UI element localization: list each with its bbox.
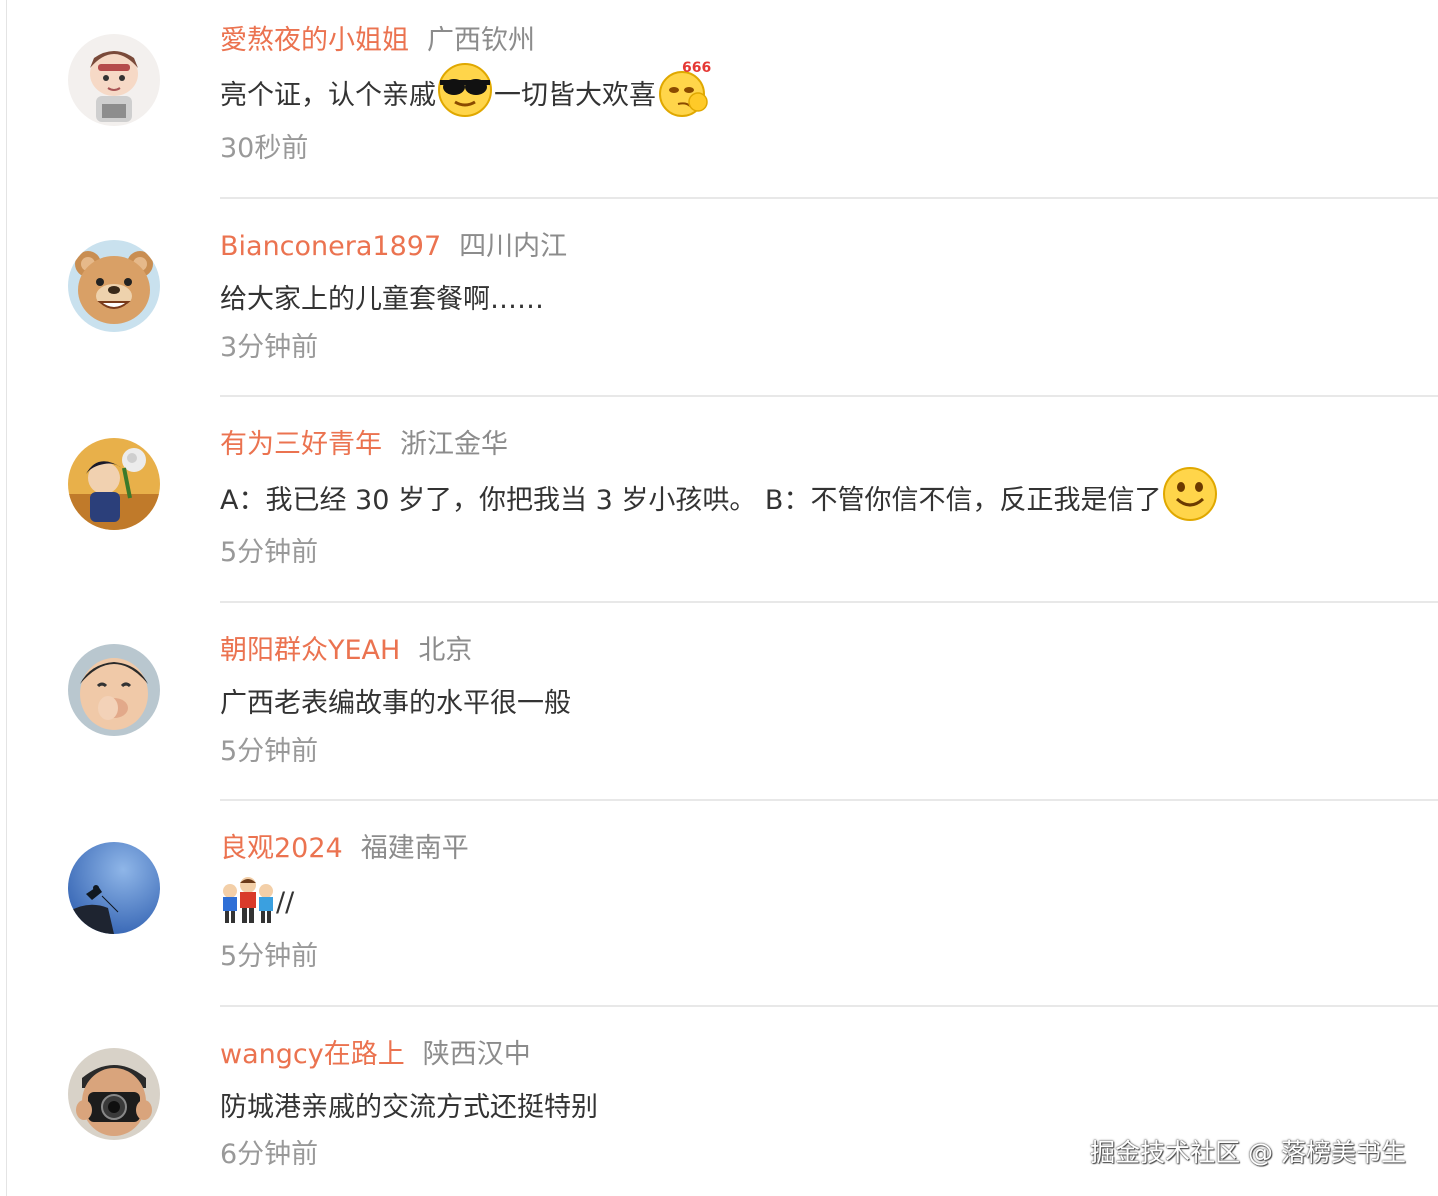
location-label: 广西钦州: [427, 25, 535, 56]
divider: [220, 1005, 1438, 1007]
comment-text-part: 一切皆大欢喜: [494, 79, 656, 111]
comment-text-part: 亮个证，认个亲戚: [220, 79, 436, 111]
divider: [220, 601, 1438, 603]
comment-header: 有为三好青年 浙江金华: [220, 425, 508, 465]
divider: [220, 395, 1438, 397]
comment-header: 良观2024 福建南平: [220, 829, 469, 869]
comment-text-part: 给大家上的儿童套餐啊……: [220, 283, 544, 315]
divider: [220, 197, 1438, 199]
cool-sunglasses-emoji-icon: [436, 60, 494, 125]
comment-text: A：我已经 30 岁了，你把我当 3 岁小孩哄。 B：不管你信不信，反正我是信了: [220, 465, 1219, 530]
comment-header: wangcy在路上 陕西汉中: [220, 1035, 531, 1075]
comment-text: //: [220, 875, 294, 929]
location-label: 北京: [418, 635, 473, 666]
avatar[interactable]: [68, 438, 160, 530]
timestamp: 6分钟前: [220, 1139, 319, 1170]
timestamp: 3分钟前: [220, 332, 319, 363]
smile-emoji-icon: [1161, 465, 1219, 530]
timestamp: 5分钟前: [220, 537, 319, 568]
timestamp: 5分钟前: [220, 736, 319, 767]
comment-feed: 愛熬夜的小姐姐 广西钦州 亮个证，认个亲戚 一切皆大欢喜 666 30秒前 Bi…: [0, 0, 1438, 1196]
666-thinking-emoji-icon: 666: [656, 60, 714, 125]
location-label: 陕西汉中: [422, 1039, 531, 1070]
comment-text-part: 防城港亲戚的交流方式还挺特别: [220, 1091, 598, 1123]
comment-text-part: //: [276, 886, 295, 918]
avatar[interactable]: [68, 644, 160, 736]
timestamp: 5分钟前: [220, 941, 319, 972]
location-label: 浙江金华: [400, 429, 508, 460]
comment-text: 广西老表编故事的水平很一般: [220, 680, 571, 720]
timestamp: 30秒前: [220, 133, 309, 164]
avatar[interactable]: [68, 1048, 160, 1140]
username-link[interactable]: 有为三好青年: [220, 429, 382, 460]
comment-text-part: A：我已经 30 岁了，你把我当 3 岁小孩哄。 B：不管你信不信，反正我是信了: [220, 484, 1162, 516]
comment-text: 防城港亲戚的交流方式还挺特别: [220, 1084, 598, 1124]
avatar[interactable]: [68, 842, 160, 934]
avatar[interactable]: [68, 240, 160, 332]
location-label: 四川内江: [459, 231, 568, 262]
comment-header: Bianconera1897 四川内江: [220, 227, 567, 267]
watermark: 掘金技术社区 @ 落榜美书生: [1090, 1138, 1406, 1167]
comment-header: 朝阳群众YEAH 北京: [220, 631, 472, 671]
svg-text:666: 666: [682, 60, 711, 76]
avatar[interactable]: [68, 34, 160, 126]
username-link[interactable]: 良观2024: [220, 833, 343, 864]
comment-header: 愛熬夜的小姐姐 广西钦州: [220, 21, 535, 61]
username-link[interactable]: Bianconera1897: [220, 231, 441, 262]
username-link[interactable]: 朝阳群众YEAH: [220, 635, 400, 666]
comment-text: 给大家上的儿童套餐啊……: [220, 276, 544, 316]
location-label: 福建南平: [360, 833, 469, 864]
comment-text: 亮个证，认个亲戚 一切皆大欢喜 666: [220, 60, 714, 125]
left-border: [6, 0, 7, 1196]
username-link[interactable]: wangcy在路上: [220, 1039, 405, 1070]
three-people-emoji-icon: [220, 873, 276, 932]
username-link[interactable]: 愛熬夜的小姐姐: [220, 25, 409, 56]
divider: [220, 799, 1438, 801]
comment-text-part: 广西老表编故事的水平很一般: [220, 687, 571, 719]
